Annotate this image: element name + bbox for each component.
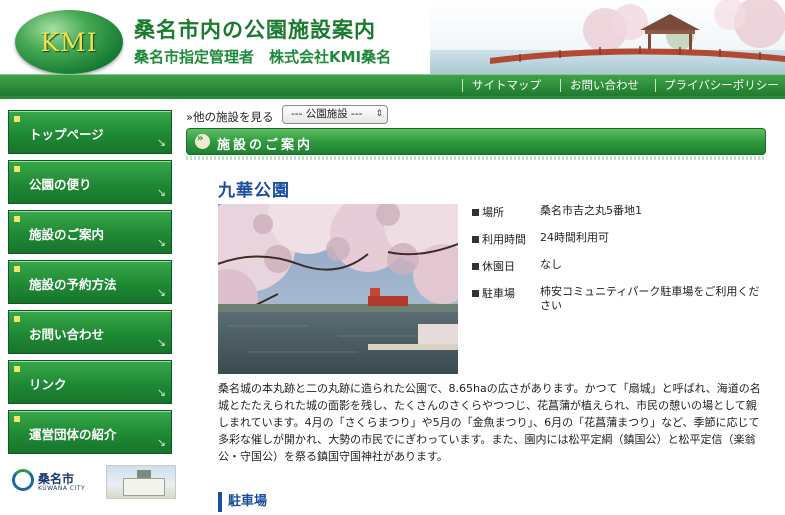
corner-arrow-icon: ↘ xyxy=(156,386,166,399)
facility-select-value: --- 公園施設 --- xyxy=(291,108,363,120)
sidebar-item-label: トップページ xyxy=(29,127,104,142)
kmi-logo[interactable]: KMI xyxy=(15,10,123,74)
square-bullet-icon xyxy=(14,266,20,272)
corner-arrow-icon: ↘ xyxy=(156,186,166,199)
nav-separator xyxy=(655,79,656,92)
info-value: なし xyxy=(540,258,562,271)
nav-link-sitemap[interactable]: サイトマップ xyxy=(472,76,541,94)
sidebar-item-contact[interactable]: お問い合わせ ↘ xyxy=(8,310,172,354)
square-bullet-icon xyxy=(14,166,20,172)
square-bullet-icon xyxy=(14,416,20,422)
arrow-circle-icon: » xyxy=(195,133,210,149)
corner-arrow-icon: ↘ xyxy=(156,236,166,249)
info-key: 駐車場 xyxy=(472,285,532,301)
kuwana-city-banner[interactable]: 桑名市 KUWANA CITY xyxy=(8,463,178,503)
site-subtitle: 桑名市指定管理者 株式会社KMI桑名 xyxy=(134,48,392,66)
sidebar-item-label: リンク xyxy=(29,377,67,392)
section-title: 施設のご案内 xyxy=(217,138,314,153)
square-bullet-icon xyxy=(14,366,20,372)
sidebar-item-label: お問い合わせ xyxy=(29,327,105,342)
header-bridge-illustration xyxy=(430,0,785,76)
sidebar-item-facilities[interactable]: 施設のご案内 ↘ xyxy=(8,210,172,254)
sidebar-item-park-news[interactable]: 公園の便り ↘ xyxy=(8,160,172,204)
park-title: 九華公園 xyxy=(218,181,290,201)
sidebar-item-organization[interactable]: 運営団体の紹介 ↘ xyxy=(8,410,172,454)
facility-select[interactable]: --- 公園施設 --- ⇕ xyxy=(282,105,388,124)
city-hall-photo xyxy=(106,465,176,499)
header-divider xyxy=(0,96,785,99)
sidebar-item-reservation[interactable]: 施設の予約方法 ↘ xyxy=(8,260,172,304)
sidebar-item-label: 公園の便り xyxy=(29,177,92,192)
other-facilities-label: »他の施設を見る xyxy=(186,110,274,124)
info-value: 24時間利用可 xyxy=(540,231,609,244)
nav-separator xyxy=(462,79,463,92)
info-key: 休園日 xyxy=(472,258,532,274)
corner-arrow-icon: ↘ xyxy=(156,336,166,349)
park-description: 桑名城の本丸跡と二の丸跡に造られた公園で、8.65haの広さがあります。かつて「… xyxy=(218,382,761,463)
info-value: 柿安コミュニティパーク駐車場をご利用ください xyxy=(540,285,760,312)
corner-arrow-icon: ↘ xyxy=(156,436,166,449)
sidebar-item-links[interactable]: リンク ↘ xyxy=(8,360,172,404)
info-value: 桑名市吉之丸5番地1 xyxy=(540,204,642,217)
building-body xyxy=(123,478,165,496)
nav-link-privacy[interactable]: プライバシーポリシー xyxy=(664,76,779,94)
corner-arrow-icon: ↘ xyxy=(156,286,166,299)
info-key: 場所 xyxy=(472,204,532,220)
site-title: 桑名市内の公園施設案内 xyxy=(134,18,376,42)
corner-arrow-icon: ↘ xyxy=(156,136,166,149)
section-stripe xyxy=(186,156,766,160)
updown-arrows-icon: ⇕ xyxy=(375,109,383,119)
site-header: KMI 桑名市内の公園施設案内 桑名市指定管理者 株式会社KMI桑名 サイトマッ… xyxy=(0,0,785,96)
square-bullet-icon xyxy=(14,316,20,322)
info-key: 利用時間 xyxy=(472,231,532,247)
section-header-bar: » 施設のご案内 xyxy=(186,128,766,155)
kuwana-city-emblem-icon xyxy=(12,469,34,491)
nav-link-contact[interactable]: お問い合わせ xyxy=(570,76,639,94)
nav-separator xyxy=(560,79,561,92)
square-bullet-icon xyxy=(14,216,20,222)
square-bullet-icon xyxy=(14,116,20,122)
parking-heading: 駐車場 xyxy=(218,492,267,512)
sidebar-item-label: 施設の予約方法 xyxy=(29,277,117,292)
park-photo xyxy=(218,204,458,374)
logo-text: KMI xyxy=(40,28,98,57)
sidebar-item-label: 施設のご案内 xyxy=(29,227,105,242)
city-name-en: KUWANA CITY xyxy=(38,485,86,492)
sidebar-item-label: 運営団体の紹介 xyxy=(29,427,117,442)
sidebar-item-top-page[interactable]: トップページ ↘ xyxy=(8,110,172,154)
